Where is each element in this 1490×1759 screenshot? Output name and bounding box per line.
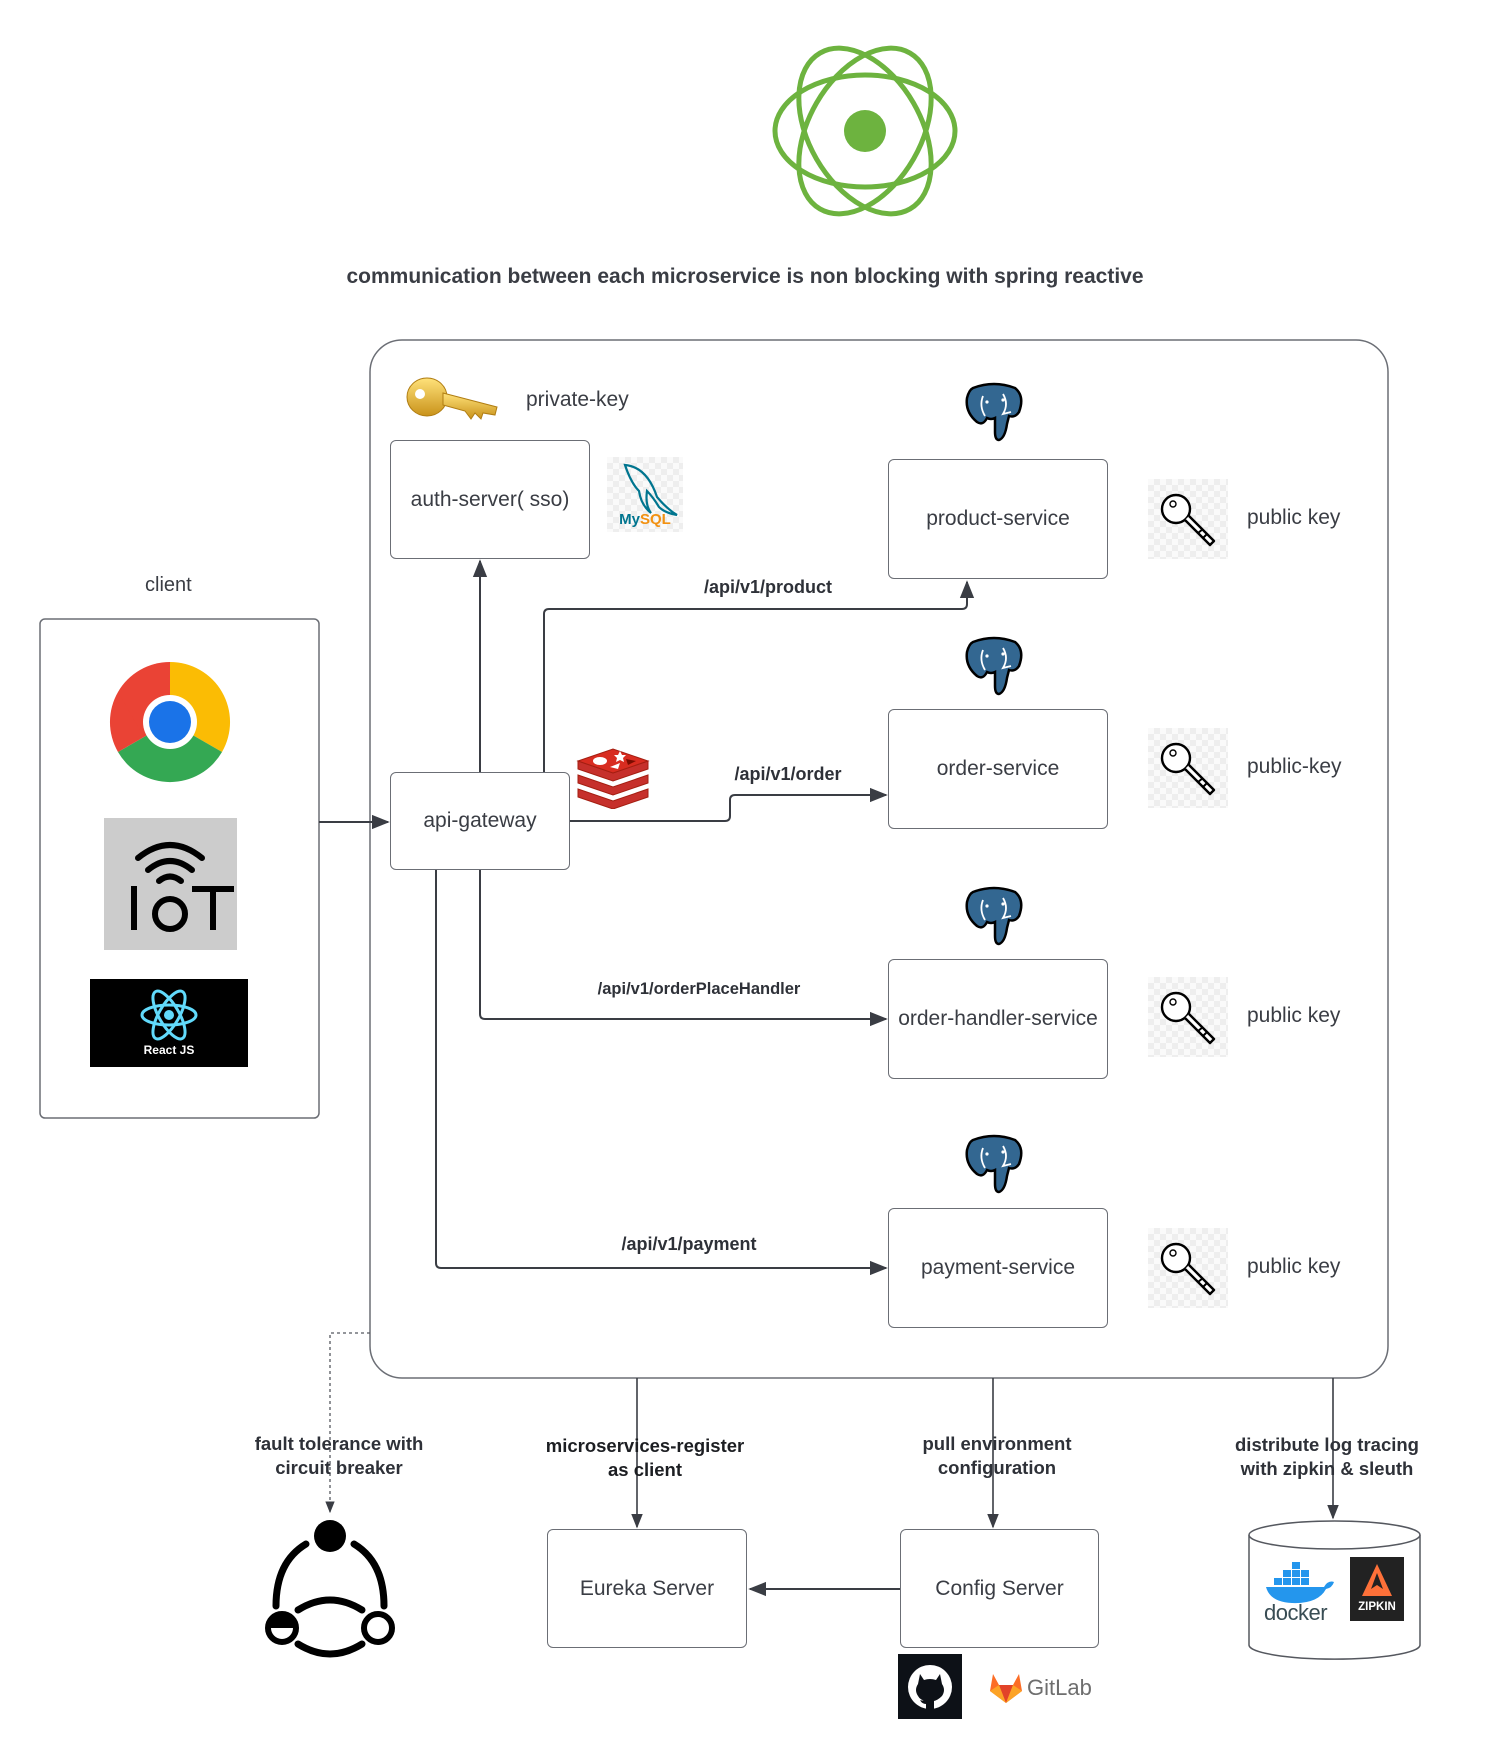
route-order-label: /api/v1/order (734, 764, 842, 784)
config-server-box[interactable]: Config Server (900, 1529, 1099, 1648)
config-pull-note-line: pull environment (922, 1433, 1072, 1454)
eureka-register-note-line: microservices-register (545, 1435, 745, 1456)
auth-server-box[interactable]: auth-server( sso) (390, 440, 590, 559)
public-key-label: public-key (1247, 755, 1342, 778)
circuit-breaker-note: fault tolerance with circuit breaker (255, 1432, 424, 1480)
circuit-breaker-dashed-arrow (325, 1332, 370, 1514)
public-key-icon (1148, 479, 1228, 559)
route-payment-label: /api/v1/payment (621, 1234, 757, 1254)
eureka-server-label: Eureka Server (579, 1576, 715, 1600)
react-js-label: React JS (143, 1043, 195, 1057)
zipkin-icon (1362, 1564, 1392, 1596)
eureka-server-box[interactable]: Eureka Server (547, 1529, 747, 1648)
react-js-icon: React JS (90, 979, 248, 1067)
route-product-label: /api/v1/product (703, 577, 833, 597)
config-server-label: Config Server (935, 1576, 1064, 1600)
api-gateway-box[interactable]: api-gateway (390, 772, 570, 870)
api-gateway-label: api-gateway (423, 809, 537, 832)
gitlab-text: GitLab (1027, 1675, 1092, 1700)
docker-whale-icon (1266, 1562, 1334, 1604)
gitlab-fox-icon (990, 1674, 1022, 1703)
chrome-icon (109, 662, 231, 783)
config-pull-note: pull environment configuration (922, 1432, 1071, 1480)
public-key-icon (1148, 728, 1228, 808)
route-order-handler-label: /api/v1/orderPlaceHandler (597, 980, 801, 998)
tracing-note: distribute log tracing with zipkin & sle… (1235, 1433, 1419, 1481)
circuit-breaker-note-line: fault tolerance with (254, 1433, 424, 1454)
docker-logo: docker (1262, 1560, 1336, 1625)
postgres-icon (963, 382, 1025, 442)
order-service-box[interactable]: order-service (888, 709, 1108, 829)
client-label: client (145, 574, 192, 596)
spring-reactive-atom-icon (772, 45, 958, 217)
gitlab-logo: GitLab (985, 1668, 1095, 1708)
order-handler-service-box[interactable]: order-handler-service (888, 959, 1108, 1079)
public-key-label: public key (1247, 1004, 1341, 1027)
public-key-label: public key (1247, 506, 1341, 529)
private-key-label: private-key (526, 388, 629, 411)
diagram-title: communication between each microservice … (346, 265, 1144, 288)
public-key-icon (1148, 977, 1228, 1057)
product-service-box[interactable]: product-service (888, 459, 1108, 579)
private-key-icon (406, 377, 498, 420)
auth-server-label: auth-server( sso) (410, 487, 570, 511)
tracing-note-line: with zipkin & sleuth (1240, 1458, 1414, 1479)
eureka-register-note: microservices-register as client (546, 1434, 744, 1482)
redis-icon (576, 748, 650, 809)
payment-service-label: payment-service (920, 1256, 1076, 1279)
route-payment-arrow (435, 870, 888, 1276)
postgres-icon (963, 1134, 1025, 1194)
tracing-note-line: distribute log tracing (1235, 1434, 1419, 1455)
config-pull-note-line: configuration (937, 1457, 1057, 1478)
circuit-breaker-icon (265, 1520, 395, 1658)
public-key-label: public key (1247, 1255, 1341, 1278)
iot-icon (104, 818, 237, 950)
zipkin-logo: ZIPKIN (1350, 1557, 1404, 1621)
circuit-breaker-note-line: circuit breaker (275, 1457, 403, 1478)
order-service-label: order-service (936, 757, 1060, 780)
public-key-icon (1148, 1228, 1228, 1308)
zipkin-text: ZIPKIN (1358, 1601, 1396, 1613)
postgres-icon (963, 886, 1025, 946)
mysql-logo: MySQL (607, 457, 683, 532)
product-service-label: product-service (926, 507, 1070, 530)
eureka-register-note-line: as client (607, 1459, 683, 1480)
mysql-logo-text: MySQL (619, 511, 671, 528)
order-handler-service-label: order-handler-service (898, 1007, 1098, 1030)
github-icon (898, 1654, 962, 1719)
docker-text: docker (1264, 1600, 1328, 1625)
postgres-icon (963, 636, 1025, 696)
payment-service-box[interactable]: payment-service (888, 1208, 1108, 1328)
